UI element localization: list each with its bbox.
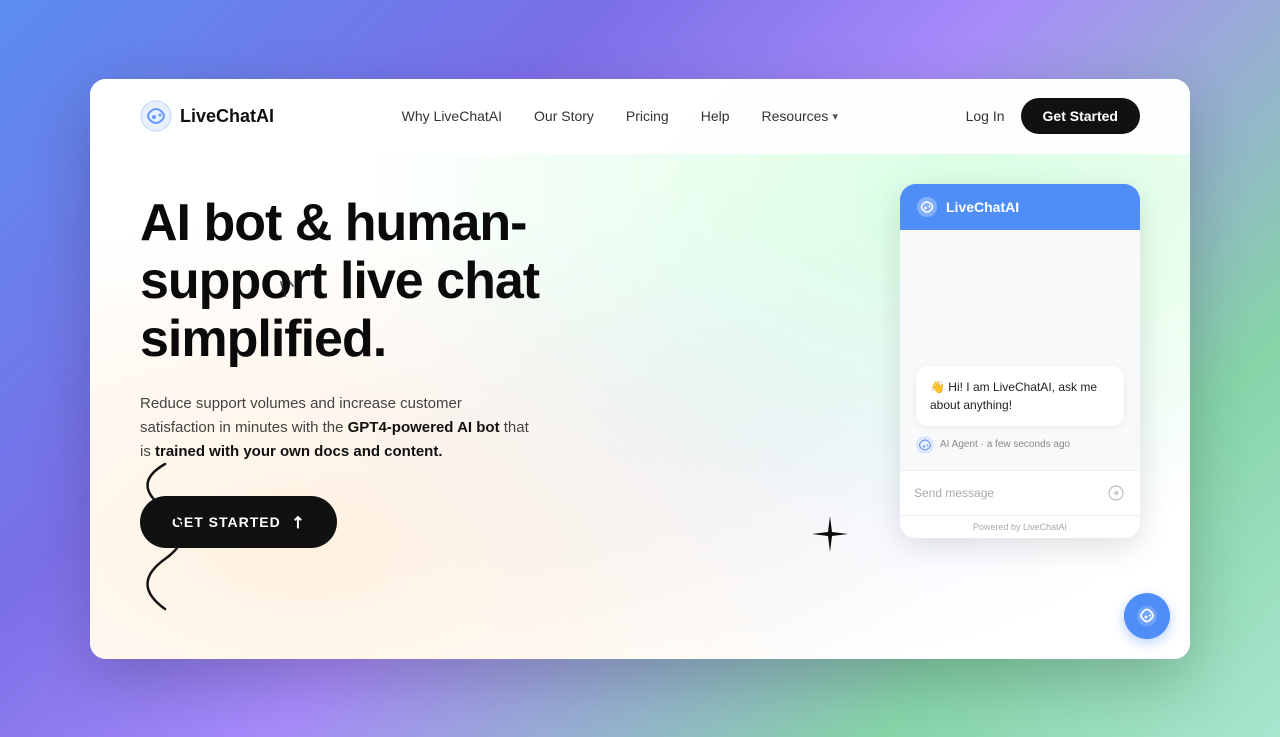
agent-avatar-icon	[916, 436, 934, 454]
arrow-icon: ↗	[286, 510, 310, 534]
logo-text: LiveChatAI	[180, 106, 274, 127]
agent-label: AI Agent · a few seconds ago	[940, 439, 1070, 450]
star-decoration	[810, 514, 850, 559]
send-icon[interactable]	[1106, 483, 1126, 503]
agent-info: AI Agent · a few seconds ago	[916, 436, 1124, 454]
nav-links: Why LiveChatAI Our Story Pricing Help Re…	[402, 108, 838, 124]
logo-icon	[140, 100, 172, 132]
chat-footer: Powered by LiveChatAI	[900, 515, 1140, 538]
chat-message: 👋 Hi! I am LiveChatAI, ask me about anyt…	[916, 366, 1124, 426]
nav-item-help[interactable]: Help	[701, 108, 730, 124]
chat-widget-demo: LiveChatAI 👋 Hi! I am LiveChatAI, ask me…	[900, 184, 1140, 538]
chat-header: LiveChatAI	[900, 184, 1140, 230]
nav-item-story[interactable]: Our Story	[534, 108, 594, 124]
get-started-nav-button[interactable]: Get Started	[1021, 98, 1140, 134]
chevron-down-icon: ▾	[832, 110, 838, 123]
nav-item-why[interactable]: Why LiveChatAI	[402, 108, 502, 124]
chat-bubble-button[interactable]	[1124, 593, 1170, 639]
navbar: LiveChatAI Why LiveChatAI Our Story Pric…	[90, 79, 1190, 154]
logo[interactable]: LiveChatAI	[140, 100, 274, 132]
accent-decoration	[265, 274, 295, 317]
hero-description: Reduce support volumes and increase cust…	[140, 392, 540, 464]
squiggle-decoration	[110, 454, 200, 619]
chat-header-title: LiveChatAI	[946, 199, 1019, 215]
chat-body: 👋 Hi! I am LiveChatAI, ask me about anyt…	[900, 230, 1140, 470]
chat-logo-icon	[916, 196, 938, 218]
hero-title: AI bot & human-support live chat simplif…	[140, 194, 660, 369]
hero-content: AI bot & human-support live chat simplif…	[140, 174, 660, 549]
hero-section: AI bot & human-support live chat simplif…	[90, 154, 1190, 659]
chat-input-area[interactable]: Send message	[900, 470, 1140, 515]
nav-actions: Log In Get Started	[966, 98, 1140, 134]
chat-input-placeholder: Send message	[914, 486, 994, 500]
chat-widget: LiveChatAI 👋 Hi! I am LiveChatAI, ask me…	[900, 184, 1140, 538]
nav-item-pricing[interactable]: Pricing	[626, 108, 669, 124]
nav-item-resources[interactable]: Resources ▾	[762, 108, 838, 124]
login-button[interactable]: Log In	[966, 108, 1005, 124]
